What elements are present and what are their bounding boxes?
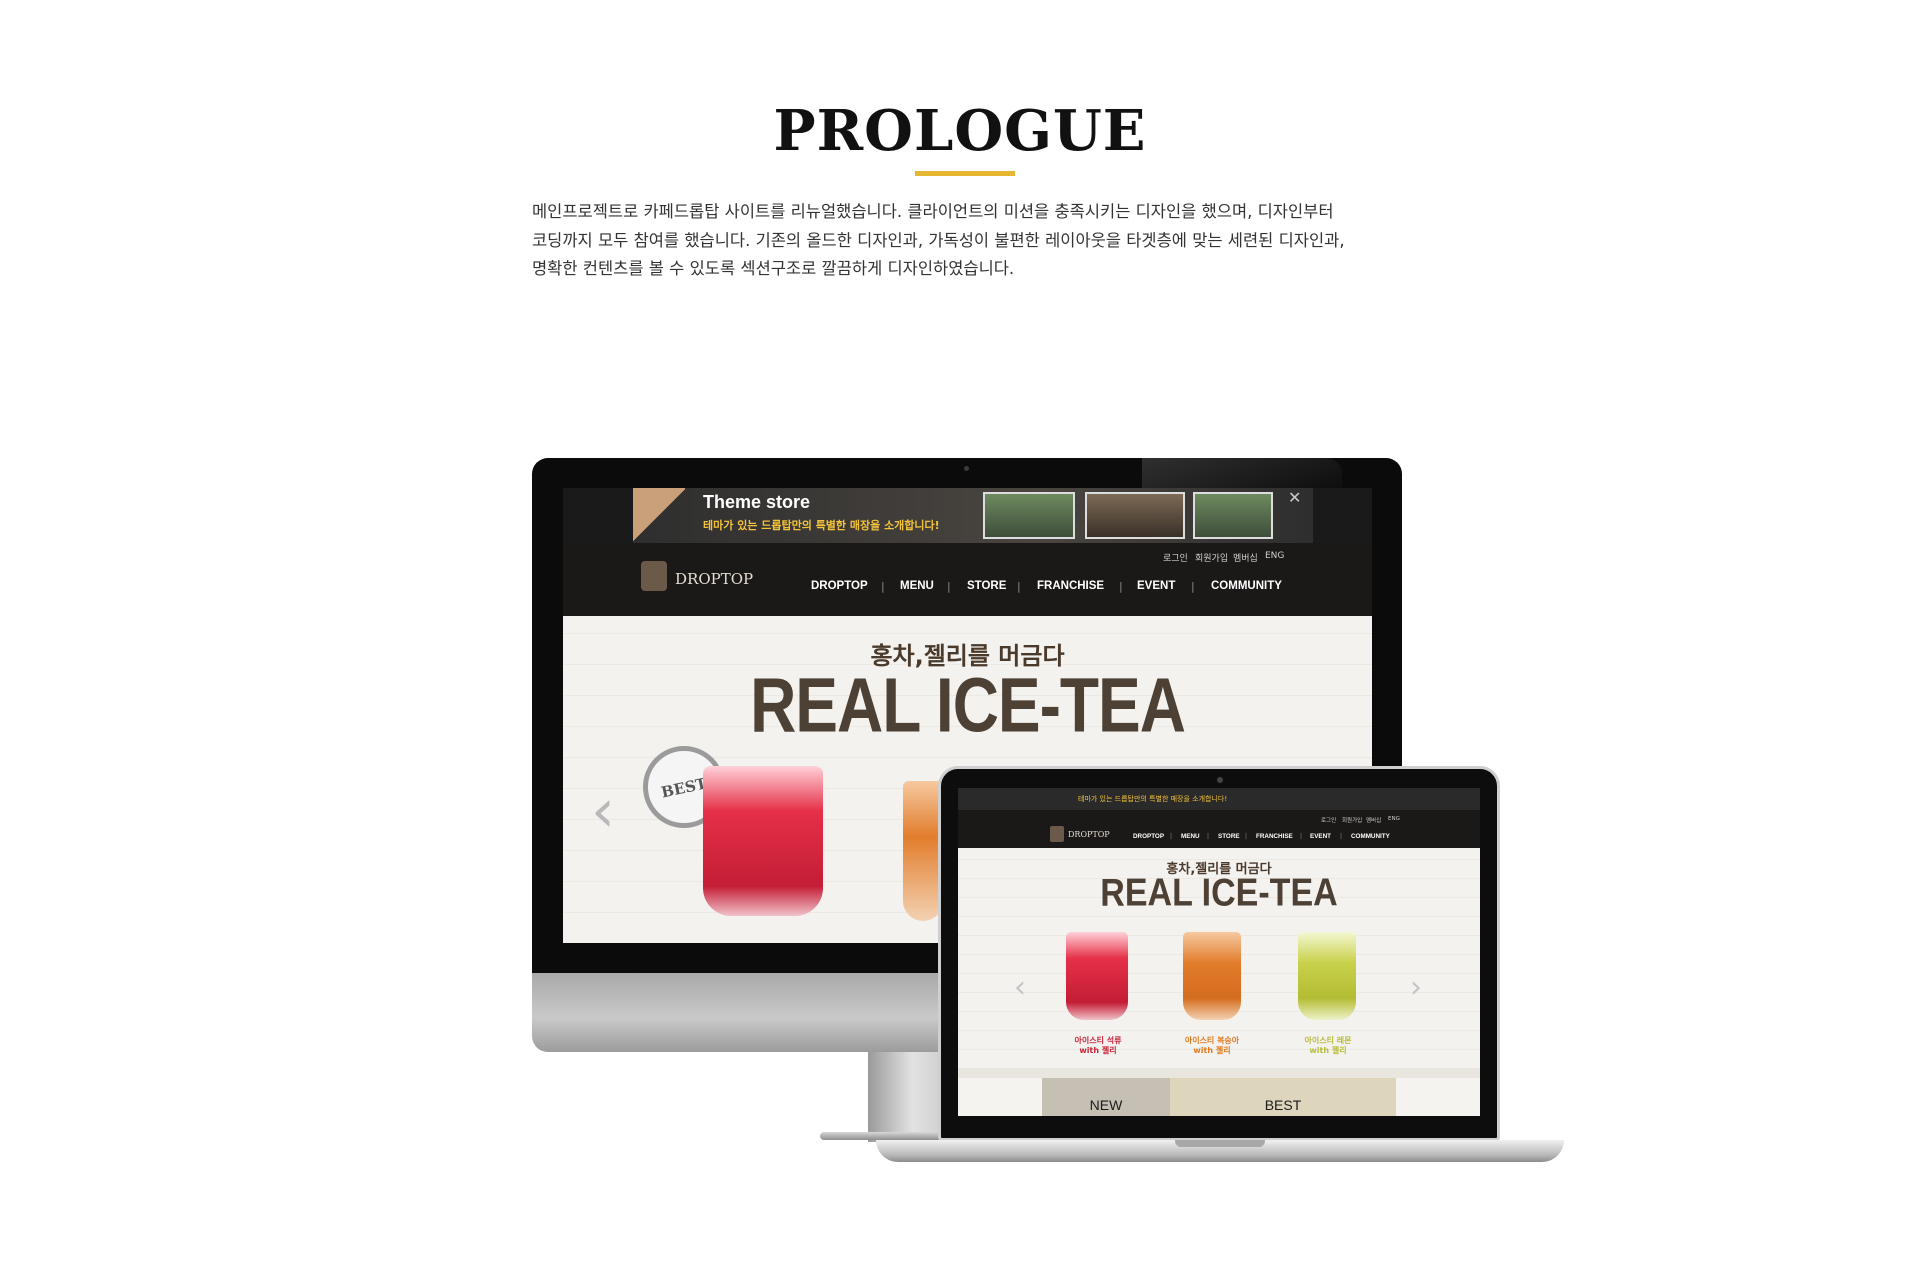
camera-icon bbox=[964, 466, 969, 471]
nav-separator: | bbox=[881, 580, 885, 593]
peach-tea-cup bbox=[903, 781, 943, 921]
nav-community[interactable]: COMMUNITY bbox=[1211, 580, 1282, 592]
lemon-tea-cup bbox=[1298, 932, 1356, 1020]
nav-separator: | bbox=[1119, 580, 1123, 593]
nav-menu[interactable]: MENU bbox=[900, 580, 934, 592]
pomegranate-tea-cup bbox=[703, 766, 823, 916]
close-icon[interactable]: ✕ bbox=[1288, 488, 1301, 507]
nav-separator: | bbox=[1170, 833, 1173, 840]
util-link-eng[interactable]: ENG bbox=[1265, 551, 1284, 561]
nav-separator: | bbox=[1300, 833, 1303, 840]
util-link-membership[interactable]: 멤버십 bbox=[1233, 551, 1258, 564]
camera-icon bbox=[1217, 777, 1223, 783]
droptop-logo-icon[interactable] bbox=[641, 561, 667, 591]
banner-subtitle: 테마가 있는 드롭탑만의 특별한 매장을 소개합니다! bbox=[1078, 795, 1228, 803]
project-description: 메인프로젝트로 카페드롭탑 사이트를 리뉴얼했습니다. 클라이언트의 미션을 충… bbox=[532, 202, 1345, 278]
peach-tea-cup bbox=[1183, 932, 1241, 1020]
util-link-membership[interactable]: 멤버십 bbox=[1366, 816, 1381, 824]
util-link-login[interactable]: 로그인 bbox=[1321, 816, 1336, 824]
nav-separator: | bbox=[1340, 833, 1343, 840]
util-link-join[interactable]: 회원가입 bbox=[1195, 551, 1228, 564]
site-logo[interactable]: DROPTOP bbox=[1068, 830, 1110, 839]
laptop-screen: 테마가 있는 드롭탑만의 특별한 매장을 소개합니다! DROPTOP 로그인 … bbox=[958, 788, 1480, 1116]
nav-separator: | bbox=[1245, 833, 1248, 840]
util-link-eng[interactable]: ENG bbox=[1388, 816, 1400, 822]
nav-event[interactable]: EVENT bbox=[1310, 833, 1331, 840]
tab-new[interactable]: NEW bbox=[1042, 1078, 1170, 1116]
ribbon-icon bbox=[633, 488, 685, 543]
prev-arrow-icon[interactable]: ‹ bbox=[1014, 970, 1026, 1005]
nav-community[interactable]: COMMUNITY bbox=[1351, 833, 1390, 840]
nav-separator: | bbox=[1191, 580, 1195, 593]
hero-english-title: REAL ICE-TEA bbox=[1100, 871, 1338, 915]
banner-subtitle: 테마가 있는 드롭탑만의 특별한 매장을 소개합니다! bbox=[703, 519, 940, 532]
page-title: PROLOGUE bbox=[773, 98, 1147, 164]
droptop-logo-icon[interactable] bbox=[1050, 826, 1064, 842]
product-label: 아이스티 레몬 with 젤리 bbox=[1304, 1036, 1352, 1055]
util-link-join[interactable]: 회원가입 bbox=[1342, 816, 1362, 824]
nav-franchise[interactable]: FRANCHISE bbox=[1037, 580, 1104, 592]
hero-slider: 홍차,젤리를 머금다 REAL ICE-TEA 아이스티 석류 with 젤리 … bbox=[958, 848, 1480, 1068]
theme-store-banner[interactable]: Theme store 테마가 있는 드롭탑만의 특별한 매장을 소개합니다! … bbox=[563, 488, 1372, 543]
nav-droptop[interactable]: DROPTOP bbox=[1133, 833, 1164, 840]
nav-event[interactable]: EVENT bbox=[1137, 580, 1175, 592]
theme-store-banner[interactable]: 테마가 있는 드롭탑만의 특별한 매장을 소개합니다! bbox=[958, 788, 1480, 810]
store-photo bbox=[1193, 492, 1273, 539]
tab-best[interactable]: BEST bbox=[1170, 1078, 1396, 1116]
prev-arrow-icon[interactable]: ‹ bbox=[591, 776, 615, 846]
nav-menu[interactable]: MENU bbox=[1181, 833, 1200, 840]
nav-store[interactable]: STORE bbox=[967, 580, 1006, 592]
banner-title: Theme store bbox=[703, 492, 811, 512]
nav-franchise[interactable]: FRANCHISE bbox=[1256, 833, 1293, 840]
next-arrow-icon[interactable]: › bbox=[1410, 970, 1422, 1005]
util-link-login[interactable]: 로그인 bbox=[1163, 551, 1188, 564]
hero-english-title: REAL ICE-TEA bbox=[750, 661, 1186, 749]
pomegranate-tea-cup bbox=[1066, 932, 1128, 1020]
nav-droptop[interactable]: DROPTOP bbox=[811, 580, 868, 592]
title-underline bbox=[915, 171, 1015, 176]
nav-separator: | bbox=[1017, 580, 1021, 593]
site-navbar bbox=[958, 810, 1480, 848]
site-logo[interactable]: DROPTOP bbox=[675, 570, 753, 588]
product-label: 아이스티 복숭아 with 젤리 bbox=[1184, 1036, 1240, 1055]
nav-separator: | bbox=[1207, 833, 1210, 840]
store-photo bbox=[1085, 492, 1185, 539]
nav-separator: | bbox=[947, 580, 951, 593]
product-tabs: NEW BEST bbox=[958, 1078, 1480, 1116]
nav-store[interactable]: STORE bbox=[1218, 833, 1240, 840]
product-label: 아이스티 석류 with 젤리 bbox=[1074, 1036, 1122, 1055]
store-photo bbox=[983, 492, 1075, 539]
